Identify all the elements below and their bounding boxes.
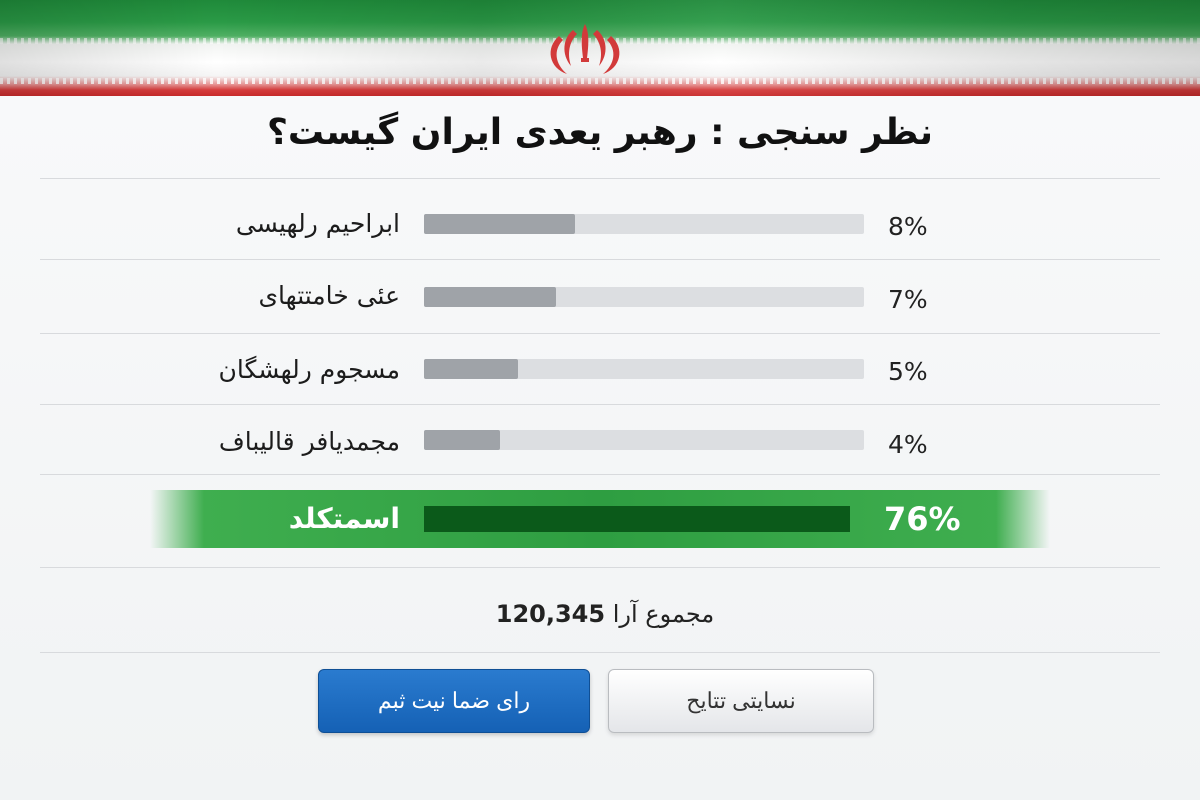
option-percent: 5% [888, 357, 928, 386]
winner-bar-track [424, 506, 850, 532]
option-bar-track [424, 430, 864, 450]
option-percent: 8% [888, 212, 928, 241]
winner-label: اسمتکلد [288, 502, 400, 535]
option-bar-track [424, 214, 864, 234]
option-bar-fill [424, 214, 576, 234]
flag-banner [0, 0, 1200, 96]
total-votes-label: مجموع آرا [612, 600, 715, 628]
option-percent: 7% [888, 285, 928, 314]
option-bar-fill [424, 359, 519, 379]
total-votes: 120,345 مجموع آرا [0, 600, 1200, 628]
option-label: ابراحیم رلهیسی [235, 209, 400, 238]
poll-page: نظر سنجی : رهبر یعدی ایران گیست؟ ابراحیم… [0, 0, 1200, 800]
divider [40, 652, 1160, 653]
iran-emblem-icon [550, 24, 620, 74]
option-bar-fill [424, 430, 500, 450]
option-label: عئی خامتتهای [258, 281, 400, 310]
show-results-button[interactable]: نسایتی تتایح [608, 669, 874, 733]
option-label: مجمدیافر قالیباف [218, 427, 400, 456]
option-label: مسجوم رلهشگان [218, 355, 400, 384]
winner-percent: 76% [884, 500, 961, 538]
option-bar-fill [424, 287, 557, 307]
divider [40, 567, 1160, 568]
divider [40, 178, 1160, 179]
option-bar-track [424, 287, 864, 307]
poll-title: نظر سنجی : رهبر یعدی ایران گیست؟ [266, 112, 934, 153]
option-percent: 4% [888, 430, 928, 459]
divider [40, 404, 1160, 405]
divider [40, 259, 1160, 260]
total-votes-value: 120,345 [495, 600, 606, 628]
divider [40, 474, 1160, 475]
option-bar-track [424, 359, 864, 379]
submit-vote-button[interactable]: رای ضما نیت ثبم [318, 669, 590, 733]
winner-bar-fill [424, 506, 850, 532]
divider [40, 333, 1160, 334]
